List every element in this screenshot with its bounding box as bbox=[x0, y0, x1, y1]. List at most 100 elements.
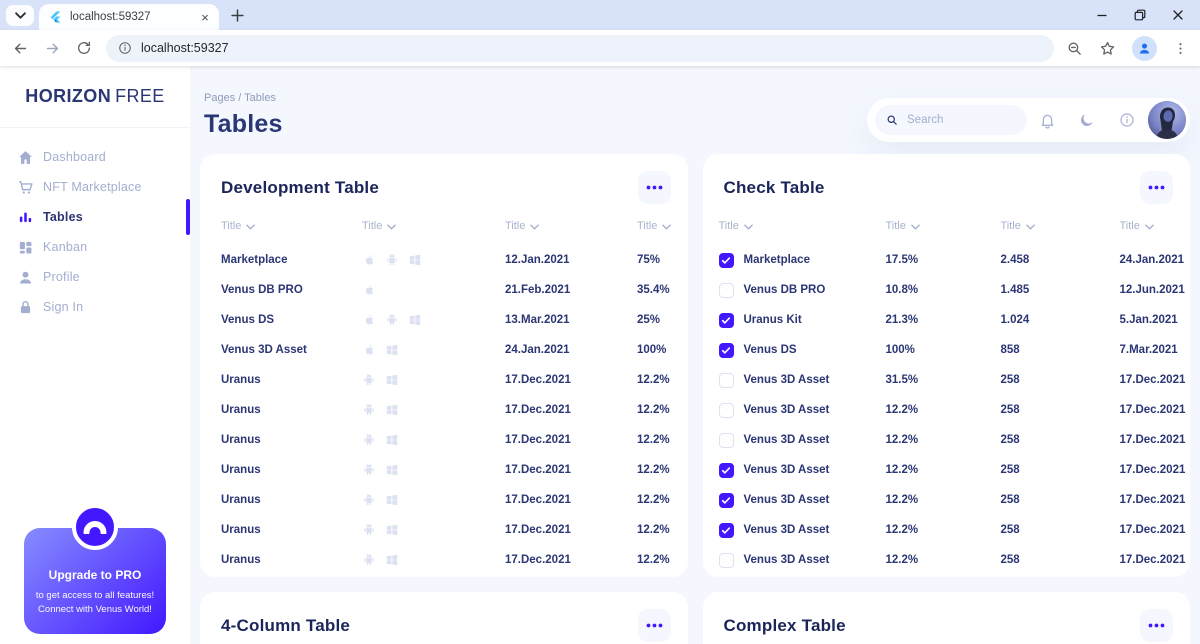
column-header[interactable]: Title bbox=[505, 220, 637, 232]
tab-search-button[interactable] bbox=[6, 5, 34, 26]
development-table-body: Marketplace12.Jan.202175%Venus DB PRO21.… bbox=[200, 245, 688, 575]
search-box[interactable] bbox=[875, 105, 1027, 135]
chrome-profile-button[interactable] bbox=[1132, 36, 1157, 61]
row-tech bbox=[362, 373, 505, 387]
tab-close-icon[interactable]: × bbox=[197, 9, 213, 25]
omnibox[interactable]: localhost:59327 bbox=[106, 35, 1054, 62]
row-tech bbox=[362, 433, 505, 447]
column-header[interactable]: Title bbox=[362, 220, 505, 232]
row-date: 12.Jun.2021 bbox=[1120, 284, 1185, 296]
zoom-icon[interactable] bbox=[1066, 40, 1083, 57]
row-checkbox[interactable] bbox=[719, 403, 734, 418]
column-header[interactable]: Title bbox=[221, 220, 362, 232]
row-quantity: 1.024 bbox=[1001, 314, 1120, 326]
apple-icon bbox=[362, 253, 376, 267]
new-tab-button[interactable] bbox=[231, 9, 244, 22]
development-table-card: Development Table TitleTitleTitleTitle M… bbox=[200, 154, 688, 577]
notifications-bell-icon[interactable] bbox=[1027, 112, 1067, 129]
sidebar-item-dashboard[interactable]: Dashboard bbox=[0, 142, 190, 172]
android-icon bbox=[362, 493, 376, 507]
row-progress: 12.2% bbox=[637, 464, 680, 476]
row-progress: 12.2% bbox=[886, 494, 1001, 506]
row-name: Venus 3D Asset bbox=[744, 554, 830, 566]
android-icon bbox=[362, 433, 376, 447]
logo-light-text: FREE bbox=[115, 86, 165, 107]
card-menu-button[interactable] bbox=[638, 609, 671, 642]
breadcrumb[interactable]: Pages / Tables bbox=[204, 92, 283, 104]
info-icon[interactable] bbox=[1107, 112, 1147, 128]
column-header[interactable]: Title bbox=[719, 220, 886, 232]
row-checkbox[interactable] bbox=[719, 253, 734, 268]
row-progress: 12.2% bbox=[886, 524, 1001, 536]
row-checkbox[interactable] bbox=[719, 283, 734, 298]
row-progress: 31.5% bbox=[886, 374, 1001, 386]
main-content: Pages / Tables Tables bbox=[190, 66, 1200, 644]
person-icon bbox=[17, 269, 34, 286]
row-checkbox[interactable] bbox=[719, 523, 734, 538]
row-name: Venus DS bbox=[221, 314, 362, 326]
table-row: Venus 3D Asset31.5%25817.Dec.2021 bbox=[703, 365, 1191, 395]
row-checkbox[interactable] bbox=[719, 463, 734, 478]
minimize-button[interactable] bbox=[1096, 9, 1108, 21]
table-row: Venus DB PRO21.Feb.202135.4% bbox=[200, 275, 688, 305]
row-date: 24.Jan.2021 bbox=[1120, 254, 1185, 266]
row-checkbox[interactable] bbox=[719, 373, 734, 388]
row-name: Uranus bbox=[221, 494, 362, 506]
windows-icon bbox=[385, 433, 399, 447]
table-row: Marketplace12.Jan.202175% bbox=[200, 245, 688, 275]
reload-button[interactable] bbox=[76, 40, 92, 56]
row-quantity: 258 bbox=[1001, 404, 1120, 416]
flutter-icon bbox=[49, 11, 62, 24]
sidebar-item-kanban[interactable]: Kanban bbox=[0, 232, 190, 262]
sidebar-item-label: Tables bbox=[43, 210, 83, 224]
bookmark-star-icon[interactable] bbox=[1099, 40, 1116, 57]
table-row: Uranus17.Dec.202112.2% bbox=[200, 515, 688, 545]
row-tech bbox=[362, 283, 505, 297]
android-icon bbox=[362, 403, 376, 417]
forward-button[interactable] bbox=[44, 40, 61, 57]
card-menu-button[interactable] bbox=[638, 171, 671, 204]
browser-toolbar: localhost:59327 bbox=[0, 30, 1200, 66]
row-checkbox[interactable] bbox=[719, 433, 734, 448]
row-progress: 12.2% bbox=[886, 404, 1001, 416]
sidebar-item-sign-in[interactable]: Sign In bbox=[0, 292, 190, 322]
upgrade-pro-card[interactable]: Upgrade to PRO to get access to all feat… bbox=[24, 528, 166, 634]
site-info-icon[interactable] bbox=[118, 41, 132, 55]
row-date: 12.Jan.2021 bbox=[505, 254, 637, 266]
maximize-button[interactable] bbox=[1134, 9, 1146, 21]
column-header[interactable]: Title bbox=[886, 220, 1001, 232]
close-button[interactable] bbox=[1172, 9, 1184, 21]
row-quantity: 258 bbox=[1001, 464, 1120, 476]
row-checkbox[interactable] bbox=[719, 343, 734, 358]
row-date: 7.Mar.2021 bbox=[1120, 344, 1185, 356]
row-checkbox[interactable] bbox=[719, 493, 734, 508]
search-input[interactable] bbox=[905, 113, 1016, 127]
back-button[interactable] bbox=[12, 40, 29, 57]
chrome-menu-icon[interactable] bbox=[1173, 41, 1188, 56]
card-title: Development Table bbox=[221, 178, 379, 198]
table-row: Venus 3D Asset12.2%25817.Dec.2021 bbox=[703, 485, 1191, 515]
row-date: 17.Dec.2021 bbox=[1120, 404, 1186, 416]
windows-icon bbox=[408, 253, 422, 267]
column-header[interactable]: Title bbox=[637, 220, 680, 232]
row-checkbox[interactable] bbox=[719, 553, 734, 568]
row-checkbox[interactable] bbox=[719, 313, 734, 328]
column-header[interactable]: Title bbox=[1120, 220, 1185, 232]
row-progress: 12.2% bbox=[637, 434, 680, 446]
row-name: Venus 3D Asset bbox=[744, 404, 830, 416]
column-header[interactable]: Title bbox=[1001, 220, 1120, 232]
card-title: 4-Column Table bbox=[221, 616, 350, 636]
windows-icon bbox=[385, 553, 399, 567]
row-quantity: 258 bbox=[1001, 434, 1120, 446]
card-menu-button[interactable] bbox=[1140, 171, 1173, 204]
browser-tab[interactable]: localhost:59327 × bbox=[39, 4, 219, 30]
sidebar-item-profile[interactable]: Profile bbox=[0, 262, 190, 292]
sort-chevron-icon bbox=[744, 223, 753, 230]
avatar[interactable] bbox=[1148, 101, 1186, 139]
card-menu-button[interactable] bbox=[1140, 609, 1173, 642]
sidebar-item-nft-marketplace[interactable]: NFT Marketplace bbox=[0, 172, 190, 202]
sidebar-item-tables[interactable]: Tables bbox=[0, 202, 190, 232]
row-date: 17.Dec.2021 bbox=[505, 434, 637, 446]
sidebar-item-label: NFT Marketplace bbox=[43, 180, 142, 194]
dark-mode-moon-icon[interactable] bbox=[1067, 112, 1107, 128]
